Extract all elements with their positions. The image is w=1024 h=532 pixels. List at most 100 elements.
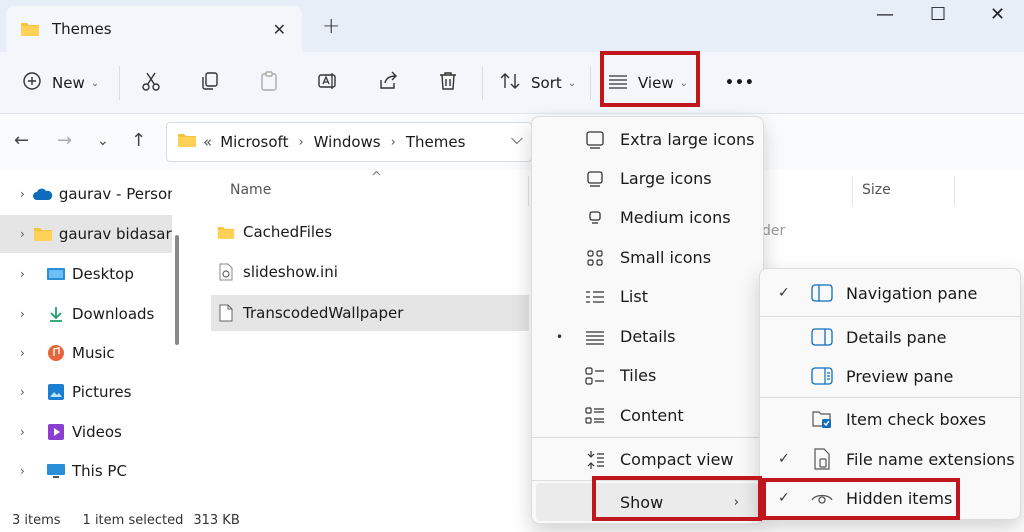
folder-icon [33, 225, 53, 243]
preview-pane-icon [810, 366, 834, 386]
tab-themes[interactable]: Themes ✕ [6, 6, 302, 52]
rename-button[interactable] [317, 52, 339, 114]
check-boxes-icon [810, 409, 834, 429]
expand-chevron-icon[interactable]: › [20, 307, 38, 321]
expand-chevron-icon[interactable]: › [20, 346, 38, 360]
maximize-button[interactable]: ☐ [930, 4, 946, 25]
menu-item-navigation-pane[interactable]: ✓ Navigation pane [760, 274, 1020, 312]
view-button-highlight [600, 51, 700, 107]
settings-file-icon [217, 263, 235, 281]
sidebar-item-music[interactable]: › Music [0, 334, 172, 372]
sidebar-item-label: This PC [72, 462, 127, 480]
expand-chevron-icon[interactable]: › [20, 187, 25, 201]
menu-item-label: Item check boxes [846, 409, 987, 429]
menu-item-tiles[interactable]: Tiles [532, 356, 763, 395]
file-name: TranscodedWallpaper [243, 304, 404, 322]
sidebar-scrollbar[interactable] [175, 235, 179, 345]
sidebar-item-pictures[interactable]: › Pictures [0, 373, 172, 411]
sidebar-item-label: Desktop [72, 265, 134, 283]
column-divider[interactable] [528, 176, 529, 206]
delete-button[interactable] [437, 52, 459, 114]
menu-item-details[interactable]: • Details [532, 317, 763, 356]
breadcrumb-separator[interactable]: › [391, 135, 396, 150]
menu-item-content[interactable]: Content [532, 396, 763, 435]
forward-arrow-icon[interactable]: → [57, 130, 72, 151]
menu-divider [532, 437, 763, 438]
breadcrumb-themes[interactable]: Themes [406, 133, 466, 151]
share-button[interactable] [377, 52, 399, 114]
sidebar-item-downloads[interactable]: › Downloads [0, 295, 172, 333]
monitor-large-icon [584, 130, 606, 150]
column-header-name[interactable]: Name [230, 182, 271, 198]
column-header-size[interactable]: Size [862, 182, 891, 198]
menu-item-preview-pane[interactable]: Preview pane [760, 357, 1020, 395]
breadcrumb-windows[interactable]: Windows [314, 133, 381, 151]
cut-button[interactable] [140, 52, 162, 114]
tab-close-icon[interactable]: ✕ [273, 20, 286, 39]
close-button[interactable]: ✕ [990, 4, 1005, 25]
onedrive-icon [32, 185, 53, 203]
new-tab-button[interactable]: + [322, 14, 340, 39]
details-icon [584, 327, 606, 347]
sidebar-item-this-pc[interactable]: › This PC [0, 452, 172, 490]
menu-item-list[interactable]: List [532, 277, 763, 316]
sort-icon [499, 71, 521, 95]
status-size: 313 KB [193, 512, 240, 528]
expand-chevron-icon[interactable]: › [20, 267, 38, 281]
new-button[interactable]: New ⌄ [22, 52, 99, 114]
navigation-pane-icon [810, 283, 834, 303]
file-name: slideshow.ini [243, 263, 338, 281]
minimize-button[interactable]: — [876, 4, 894, 25]
menu-item-compact-view[interactable]: Compact view [532, 440, 763, 479]
menu-item-label: Tiles [620, 366, 657, 385]
copy-icon [199, 70, 221, 96]
menu-item-label: Large icons [620, 169, 712, 188]
title-bar: Themes ✕ + — ☐ ✕ [0, 0, 1024, 52]
file-row-transcodedwallpaper[interactable]: TranscodedWallpaper [211, 295, 529, 331]
expand-chevron-icon[interactable]: › [20, 425, 38, 439]
file-row-slideshow-ini[interactable]: slideshow.ini [211, 254, 529, 290]
expand-chevron-icon[interactable]: › [20, 385, 38, 399]
file-icon [217, 304, 235, 322]
menu-item-item-check-boxes[interactable]: Item check boxes [760, 400, 1020, 438]
share-icon [377, 70, 399, 96]
menu-item-file-name-extensions[interactable]: ✓ File name extensions [760, 440, 1020, 478]
more-options-button[interactable]: ••• [725, 52, 755, 114]
sidebar-item-onedrive[interactable]: › gaurav - Personal [0, 175, 172, 213]
sidebar-item-videos[interactable]: › Videos [0, 413, 172, 451]
sidebar-item-label: Downloads [72, 305, 155, 323]
menu-item-extra-large-icons[interactable]: Extra large icons [532, 120, 763, 159]
expand-chevron-icon[interactable]: › [20, 464, 38, 478]
menu-item-small-icons[interactable]: Small icons [532, 238, 763, 277]
paste-button[interactable] [258, 52, 280, 114]
breadcrumb-microsoft[interactable]: Microsoft [220, 133, 288, 151]
address-dropdown-icon[interactable]: ⌵ [511, 129, 523, 149]
status-item-count: 3 items [12, 512, 61, 528]
menu-item-medium-icons[interactable]: Medium icons [532, 198, 763, 237]
sort-button[interactable]: Sort ⌄ [499, 52, 576, 114]
toolbar-divider [482, 66, 483, 100]
copy-button[interactable] [199, 52, 221, 114]
toolbar-divider [119, 66, 120, 100]
show-item-highlight [592, 476, 762, 521]
recent-chevron-icon[interactable]: ⌄ [97, 133, 109, 149]
sidebar-item-desktop[interactable]: › Desktop [0, 255, 172, 293]
column-divider[interactable] [852, 176, 853, 206]
breadcrumb-overflow[interactable]: « [203, 133, 212, 151]
file-row-cachedfiles[interactable]: CachedFiles [211, 214, 529, 250]
menu-item-large-icons[interactable]: Large icons [532, 159, 763, 198]
breadcrumb-separator[interactable]: › [298, 135, 303, 150]
expand-chevron-icon[interactable]: › [20, 227, 25, 241]
back-arrow-icon[interactable]: ← [14, 130, 29, 151]
sidebar-item-gaurav-bidasaria[interactable]: › gaurav bidasaria [0, 215, 172, 253]
column-divider[interactable] [954, 176, 955, 206]
menu-divider [760, 316, 1020, 317]
menu-item-label: Extra large icons [620, 130, 755, 149]
menu-item-details-pane[interactable]: Details pane [760, 318, 1020, 356]
rename-icon [317, 70, 339, 96]
address-bar[interactable]: « Microsoft › Windows › Themes ⌵ [166, 122, 532, 162]
new-label: New [52, 74, 85, 92]
up-arrow-icon[interactable]: ↑ [131, 130, 146, 151]
type-column-text: der [762, 223, 786, 239]
pc-icon [46, 462, 66, 480]
